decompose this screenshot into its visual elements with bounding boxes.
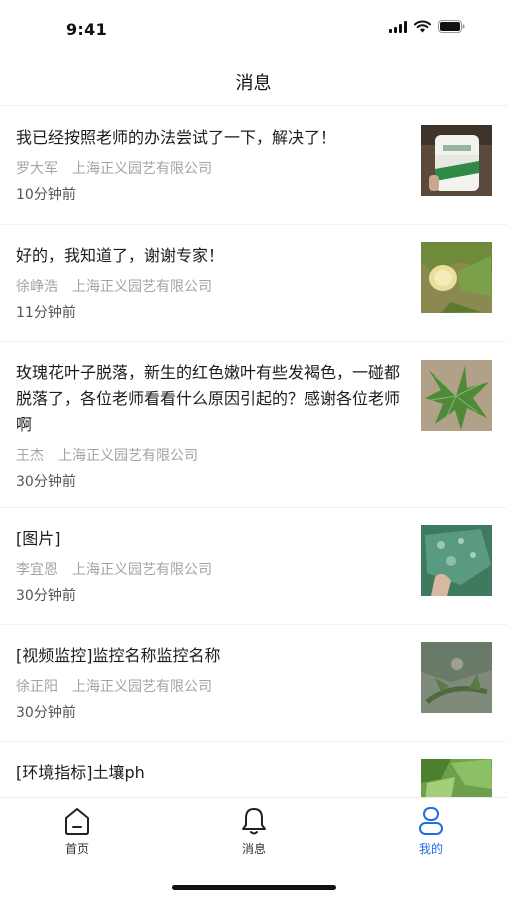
melon-plant-photo[interactable] [421,242,492,313]
message-content: 我已经按照老师的办法尝试了一下，解决了！ 罗大军 上海正义园艺有限公司 10分钟前 [16,125,401,205]
list-item[interactable]: [视频监控]监控名称监控名称 徐正阳 上海正义园艺有限公司 30分钟前 [0,625,507,742]
message-meta: 罗大军 上海正义园艺有限公司 [16,159,401,179]
message-org: 上海正义园艺有限公司 [72,279,212,295]
bell-icon [242,808,266,835]
message-content: 好的，我知道了，谢谢专家！ 徐峥浩 上海正义园艺有限公司 11分钟前 [16,243,401,323]
message-time: 30分钟前 [16,705,76,721]
pesticide-bottle-photo[interactable] [421,125,492,196]
diseased-leaf-photo[interactable] [421,525,492,596]
message-text: 我已经按照老师的办法尝试了一下，解决了！ [16,128,337,147]
message-meta: 徐峥浩 上海正义园艺有限公司 [16,277,401,297]
tab-home[interactable]: 首页 [37,806,117,862]
tab-profile[interactable]: 我的 [391,806,471,862]
list-item[interactable]: 好的，我知道了，谢谢专家！ 徐峥浩 上海正义园艺有限公司 11分钟前 [0,225,507,342]
message-list[interactable]: 我已经按照老师的办法尝试了一下，解决了！ 罗大军 上海正义园艺有限公司 10分钟前 [0,107,507,797]
message-author: 王杰 [16,448,44,464]
message-screen: 9:41 消息 我已经按照老师的办法尝试了一下，解决了！ 罗大军 上海正义园艺有… [0,0,507,900]
tab-messages-label: 消息 [241,842,266,856]
message-content: [视频监控]监控名称监控名称 徐正阳 上海正义园艺有限公司 30分钟前 [16,643,401,723]
message-meta: 徐正阳 上海正义园艺有限公司 [16,677,401,697]
home-indicator [172,885,336,890]
message-text: [视频监控]监控名称监控名称 [16,646,221,665]
message-org: 上海正义园艺有限公司 [72,679,212,695]
tab-profile-label: 我的 [418,842,443,856]
list-item[interactable]: 我已经按照老师的办法尝试了一下，解决了！ 罗大军 上海正义园艺有限公司 10分钟前 [0,107,507,225]
message-meta: 李宜恩 上海正义园艺有限公司 [16,560,401,580]
battery-icon [438,20,465,33]
status-icons [389,20,465,33]
message-org: 上海正义园艺有限公司 [72,562,212,578]
green-leaves-photo[interactable] [421,759,492,797]
message-text: [环境指标]土壤ph [16,763,145,782]
status-bar: 9:41 [0,0,507,58]
message-meta: 王杰 上海正义园艺有限公司 [16,446,401,466]
message-content: [环境指标]土壤ph [16,760,401,786]
message-author: 徐峥浩 [16,279,58,295]
message-content: 玫瑰花叶子脱落，新生的红色嫩叶有些发褐色，一碰都脱落了，各位老师看看什么原因引起… [16,360,401,492]
message-time: 30分钟前 [16,474,76,490]
list-item[interactable]: [环境指标]土壤ph [0,742,507,797]
vine-closeup-photo[interactable] [421,642,492,713]
message-text: [图片] [16,529,61,548]
message-author: 李宜恩 [16,562,58,578]
message-text: 好的，我知道了，谢谢专家！ [16,246,225,265]
home-icon [65,808,89,835]
list-item[interactable]: 玫瑰花叶子脱落，新生的红色嫩叶有些发褐色，一碰都脱落了，各位老师看看什么原因引起… [0,342,507,508]
message-org: 上海正义园艺有限公司 [58,448,198,464]
page-title: 消息 [235,72,272,94]
leaf-closeup-photo[interactable] [421,360,492,431]
wifi-icon [414,20,431,33]
message-time: 11分钟前 [16,305,76,321]
message-time: 30分钟前 [16,588,76,604]
list-item[interactable]: [图片] 李宜恩 上海正义园艺有限公司 30分钟前 [0,508,507,625]
message-author: 罗大军 [16,161,58,177]
cellular-signal-icon [389,20,407,33]
status-time: 9:41 [66,20,107,39]
nav-bar: 消息 [0,58,507,106]
tab-messages[interactable]: 消息 [214,806,294,862]
message-author: 徐正阳 [16,679,58,695]
tab-home-label: 首页 [64,842,89,856]
message-time: 10分钟前 [16,187,76,203]
message-content: [图片] 李宜恩 上海正义园艺有限公司 30分钟前 [16,526,401,606]
message-org: 上海正义园艺有限公司 [72,161,212,177]
message-text: 玫瑰花叶子脱落，新生的红色嫩叶有些发褐色，一碰都脱落了，各位老师看看什么原因引起… [16,363,401,434]
profile-icon [419,807,443,835]
